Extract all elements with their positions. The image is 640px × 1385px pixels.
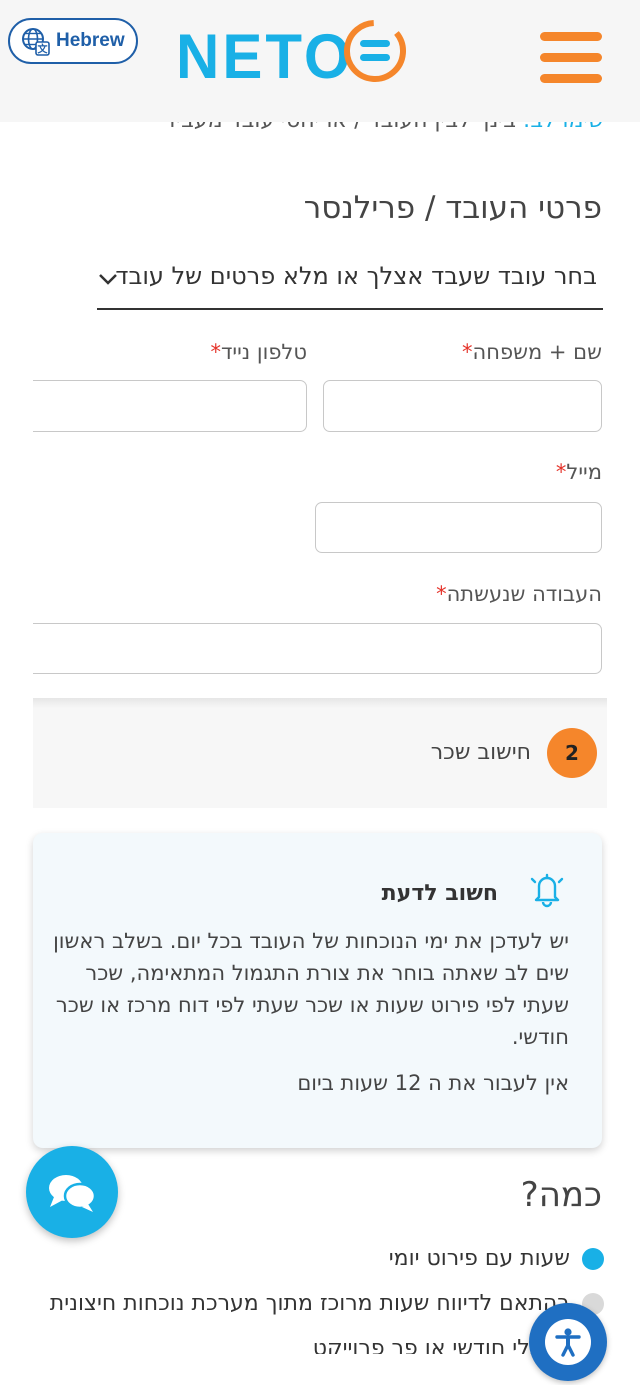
chevron-down-icon: [99, 274, 117, 285]
info-body: יש לעדכן את ימי הנוכחות של העובד בכל יום…: [53, 929, 569, 1049]
worker-section-title: פרטי העובד / פרילנסר: [303, 190, 602, 226]
work-label: העבודה שנעשתה*: [436, 582, 602, 606]
step-salary-calculation[interactable]: 2 חישוב שכר: [33, 698, 607, 808]
language-label: Hebrew: [56, 30, 125, 51]
radio-option-external-report[interactable]: בהתאם לדיווח שעות מרוכז מתוך מערכת נוכחו…: [50, 1291, 604, 1316]
radio-label: שעות עם פירוט יומי: [388, 1246, 570, 1271]
svg-text:文: 文: [38, 43, 49, 56]
worker-select-text: בחר עובד שעבד אצלך או מלא פרטים של עובד: [115, 262, 597, 290]
logo-text: NETO: [176, 20, 354, 92]
phone-label: טלפון נייד*: [210, 340, 307, 364]
radio-label: בהתאם לדיווח שעות מרוכז מתוך מערכת נוכחו…: [49, 1291, 570, 1316]
info-note: אין לעבור את ה 12 שעות ביום: [297, 1071, 569, 1095]
accessibility-button[interactable]: [529, 1303, 607, 1381]
important-info-card: חשוב לדעת יש לעדכן את ימי הנוכחות של העו…: [33, 833, 602, 1148]
bell-icon: [530, 873, 564, 908]
chat-button[interactable]: [26, 1146, 118, 1238]
step-label: חישוב שכר: [430, 740, 531, 765]
radio-option-daily-hours[interactable]: שעות עם פירוט יומי: [389, 1246, 604, 1271]
logo-equals-icon: [344, 20, 406, 82]
phone-input[interactable]: [33, 380, 307, 432]
menu-hamburger-icon[interactable]: [540, 32, 602, 86]
name-input[interactable]: [323, 380, 602, 432]
neto-logo[interactable]: NETO: [176, 20, 416, 92]
worker-select[interactable]: בחר עובד שעבד אצלך או מלא פרטים של עובד: [97, 252, 603, 310]
email-label: מייל*: [555, 460, 602, 484]
work-input[interactable]: [33, 623, 602, 674]
header: 文 Hebrew NETO: [0, 0, 640, 122]
language-switcher-button[interactable]: 文 Hebrew: [8, 18, 138, 64]
email-input[interactable]: [315, 502, 602, 553]
globe-translate-icon: 文: [22, 28, 50, 56]
chat-bubbles-icon: [49, 1175, 97, 1212]
how-much-title: כמה?: [520, 1175, 602, 1215]
step-number-badge: 2: [547, 728, 597, 778]
accessibility-person-icon: [555, 1328, 581, 1357]
info-title: חשוב לדעת: [381, 881, 498, 906]
name-label: שם + משפחה*: [462, 340, 602, 364]
radio-selected-icon: [582, 1248, 604, 1270]
